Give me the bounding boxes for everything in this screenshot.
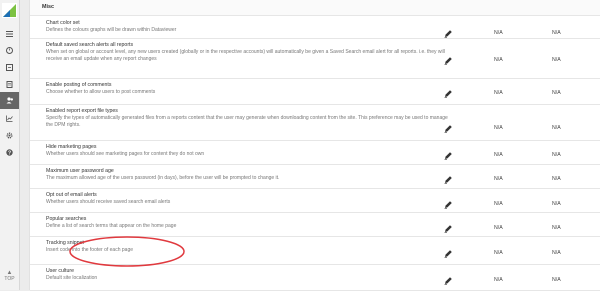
svg-text:?: ? [8,150,11,156]
setting-value-account: N/A [552,57,561,63]
sidebar: ? ▲ TOP [0,0,20,290]
menu-icon[interactable] [0,25,19,42]
users-icon[interactable] [0,92,19,109]
setting-row: Default saved search alerts all reports … [30,38,600,79]
edit-icon[interactable] [444,56,453,65]
setting-description: When set on global or account level, any… [46,49,445,62]
setting-value-account: N/A [552,225,561,231]
edit-icon[interactable] [444,249,453,258]
setting-description: Define a list of search terms that appea… [46,223,177,229]
setting-name: Opt out of email alerts [46,192,97,198]
setting-value-global: N/A [494,225,503,231]
setting-description: Whether users should receive saved searc… [46,199,171,205]
edit-icon[interactable] [444,175,453,184]
setting-value-account: N/A [552,90,561,96]
setting-description: Specify the types of automatically gener… [46,115,448,128]
setting-name: Chart color set [46,20,80,26]
setting-value-global: N/A [494,30,503,36]
setting-value-global: N/A [494,277,503,283]
setting-description: Whether users should see marketing pages… [46,151,205,157]
setting-description: The maximum allowed age of the users pas… [46,175,280,181]
setting-name: Popular searches [46,216,87,222]
setting-name: User culture [46,268,74,274]
setting-value-account: N/A [552,176,561,182]
setting-name: Default saved search alerts all reports [46,42,134,48]
settings-panel: Misc Chart color set Defines the colours… [29,0,600,291]
edit-icon[interactable] [444,29,453,38]
dashboard-icon[interactable] [0,42,19,59]
setting-value-global: N/A [494,57,503,63]
history-icon[interactable] [0,59,19,76]
help-icon[interactable]: ? [0,144,19,161]
setting-row: Popular searches Define a list of search… [30,212,600,237]
setting-row: Hide marketing pages Whether users shoul… [30,140,600,165]
edit-icon[interactable] [444,200,453,209]
section-title: Misc [30,0,600,16]
setting-description: Defines the colours graphs will be drawn… [46,27,177,33]
edit-icon[interactable] [444,151,453,160]
setting-value-account: N/A [552,30,561,36]
setting-value-global: N/A [494,201,503,207]
chart-icon[interactable] [0,110,19,127]
setting-value-account: N/A [552,201,561,207]
setting-row: User culture Default site localization N… [30,264,600,291]
setting-name: Enable posting of comments [46,82,112,88]
setting-description: Default site localization [46,275,98,281]
setting-value-global: N/A [494,152,503,158]
setting-name: Hide marketing pages [46,144,97,150]
setting-value-global: N/A [494,90,503,96]
setting-name: Enabled report export file types [46,108,118,114]
setting-value-account: N/A [552,152,561,158]
setting-row: Enabled report export file types Specify… [30,104,600,141]
setting-description: Choose whether to allow users to post co… [46,89,156,95]
logo-icon[interactable] [2,3,17,18]
setting-value-global: N/A [494,176,503,182]
highlight-annotation [69,236,185,267]
edit-icon[interactable] [444,276,453,285]
setting-value-account: N/A [552,277,561,283]
setting-row: Enable posting of comments Choose whethe… [30,78,600,105]
back-to-top-link[interactable]: ▲ TOP [0,270,19,282]
gear-icon[interactable] [0,127,19,144]
top-label: TOP [4,276,15,282]
setting-row: Chart color set Defines the colours grap… [30,16,600,39]
edit-icon[interactable] [444,124,453,133]
document-icon[interactable] [0,76,19,93]
setting-value-global: N/A [494,125,503,131]
setting-row: Opt out of email alerts Whether users sh… [30,188,600,213]
edit-icon[interactable] [444,89,453,98]
setting-value-account: N/A [552,125,561,131]
edit-icon[interactable] [444,224,453,233]
setting-row: Maximum user password age The maximum al… [30,164,600,189]
setting-value-global: N/A [494,250,503,256]
setting-value-account: N/A [552,250,561,256]
setting-name: Maximum user password age [46,168,114,174]
